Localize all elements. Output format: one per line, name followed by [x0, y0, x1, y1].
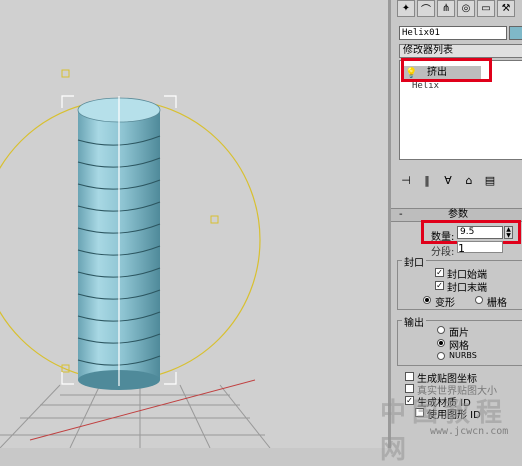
- object-color-swatch[interactable]: [509, 26, 522, 40]
- cap-end-checkbox[interactable]: ✓: [435, 281, 444, 290]
- modifier-list-dropdown[interactable]: 修改器列表: [399, 44, 522, 58]
- cap-start-checkbox[interactable]: ✓: [435, 268, 444, 277]
- command-panel: ✦ ⌒ ⋔ ◎ ▭ ⚒ Helix01 修改器列表 💡 挤出 Helix ⊣ ‖…: [388, 0, 522, 448]
- morph-radio[interactable]: [423, 296, 431, 304]
- motion-tab-icon[interactable]: ◎: [457, 0, 475, 17]
- axis-line: [29, 379, 256, 441]
- patch-radio[interactable]: [437, 326, 445, 334]
- watermark-url: www.jcwcn.com: [430, 426, 509, 437]
- nurbs-radio[interactable]: [437, 352, 445, 360]
- utilities-tab-icon[interactable]: ⚒: [497, 0, 515, 17]
- nurbs-label: NURBS: [449, 351, 477, 360]
- highlight-box-modifier: [401, 58, 492, 82]
- capping-title: 封口: [402, 254, 426, 269]
- create-tab-icon[interactable]: ✦: [397, 0, 415, 17]
- segments-field[interactable]: 1: [457, 241, 503, 255]
- display-tab-icon[interactable]: ▭: [477, 0, 495, 17]
- ground-grid: [0, 384, 271, 448]
- configure-sets-icon[interactable]: ▤: [483, 174, 497, 187]
- viewport-scene: [0, 69, 271, 448]
- gen-mapping-checkbox[interactable]: [405, 372, 414, 381]
- pin-stack-icon[interactable]: ⊣: [399, 174, 413, 187]
- mesh-radio[interactable]: [437, 339, 445, 347]
- perspective-viewport[interactable]: [0, 0, 388, 448]
- make-unique-icon[interactable]: ∀: [441, 174, 455, 187]
- hierarchy-tab-icon[interactable]: ⋔: [437, 0, 455, 17]
- stack-item-helix[interactable]: Helix: [412, 81, 439, 91]
- remove-modifier-icon[interactable]: ⌂: [462, 174, 476, 187]
- gizmo-handle-right: [210, 215, 219, 224]
- show-end-result-icon[interactable]: ‖: [420, 174, 434, 187]
- cap-end-label: 封口末端: [447, 283, 487, 294]
- output-title: 输出: [402, 314, 426, 329]
- mesh-label: 网格: [449, 341, 469, 352]
- modify-tab-icon[interactable]: ⌒: [417, 0, 435, 17]
- gizmo-handle-top: [61, 69, 70, 78]
- segments-label: 分段:: [431, 247, 455, 258]
- stack-toolbar: ⊣ ‖ ∀ ⌂ ▤: [399, 172, 522, 188]
- grid-label: 栅格: [487, 298, 507, 309]
- grid-radio[interactable]: [475, 296, 483, 304]
- object-name-field[interactable]: Helix01: [399, 26, 507, 40]
- morph-label: 变形: [435, 298, 455, 309]
- panel-tabbar: ✦ ⌒ ⋔ ◎ ▭ ⚒: [391, 0, 522, 18]
